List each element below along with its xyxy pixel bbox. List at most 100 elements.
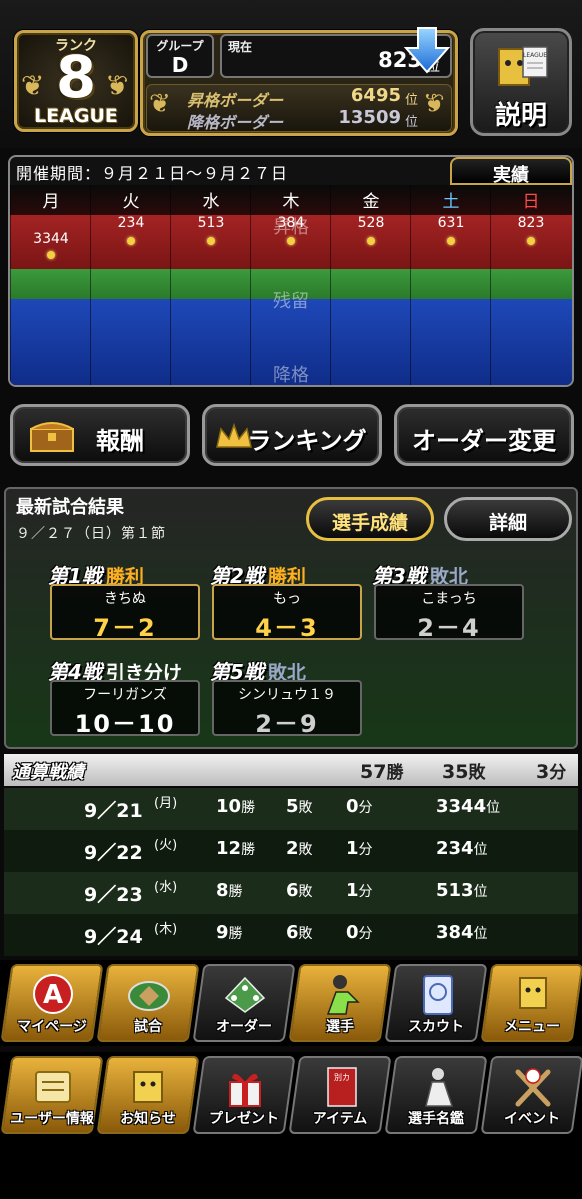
field-order-icon <box>224 976 266 1013</box>
nav-gift[interactable]: プレゼント <box>192 1056 296 1134</box>
promote-border-label: 昇格ボーダー <box>187 91 284 110</box>
row-day-of-week: (火) <box>154 838 178 853</box>
row-losses-value: 6 <box>286 880 299 901</box>
day-column-2: 水 513 <box>170 185 250 385</box>
game-card-4[interactable]: フーリガンズ 10－10 <box>50 680 200 738</box>
nav-field-order[interactable]: オーダー <box>192 964 296 1042</box>
row-draws-value: 1 <box>346 880 359 901</box>
row-rank-unit: 位 <box>473 926 488 942</box>
row-draws-unit: 分 <box>358 800 373 816</box>
help-button[interactable]: LEAGUE 説明 <box>470 28 572 136</box>
row-wins-unit: 勝 <box>241 800 256 816</box>
detail-button[interactable]: 詳細 <box>444 497 572 541</box>
gift-icon <box>229 1073 261 1107</box>
row-wins: 10勝 <box>216 796 255 817</box>
totals-row: 9／24 (木) 9勝 6敗 0分 384位 <box>4 914 578 956</box>
order-change-button[interactable]: オーダー変更 <box>394 404 574 466</box>
totals-row: 9／23 (水) 8勝 6敗 1分 513位 <box>4 872 578 914</box>
row-draws: 1分 <box>346 880 373 901</box>
nav-item-inner: メニュー <box>488 966 576 1040</box>
nav-pitcher[interactable]: 選手 <box>288 964 392 1042</box>
group-value: D <box>171 53 189 77</box>
row-wins-value: 9 <box>216 922 229 943</box>
nav-stadium[interactable]: 試合 <box>96 964 200 1042</box>
nav-item-book[interactable]: 別カ アイテム <box>288 1056 392 1134</box>
ranking-button[interactable]: ランキング <box>202 404 382 466</box>
row-day-of-week: (木) <box>154 922 178 937</box>
nav-item-inner: 選手 <box>296 966 384 1040</box>
nav-a-letter[interactable]: A マイページ <box>0 964 104 1042</box>
nav-notice[interactable]: お知らせ <box>96 1056 200 1134</box>
game-card-3[interactable]: こまっち 2－4 <box>374 584 524 642</box>
row-losses: 2敗 <box>286 838 313 859</box>
row-draws-value: 1 <box>346 838 359 859</box>
game-card-2[interactable]: もっ 4－3 <box>212 584 362 642</box>
totals-title: 通算戦績 <box>12 762 84 783</box>
day-rank-value: 513 <box>197 215 225 231</box>
row-rank-unit: 位 <box>486 800 501 816</box>
nav-scout-card[interactable]: スカウト <box>384 964 488 1042</box>
game-score: 10－10 <box>74 710 176 738</box>
total-wins-unit: 勝 <box>386 763 404 783</box>
nav-mascot[interactable]: メニュー <box>480 964 582 1042</box>
totals-row: 9／22 (火) 12勝 2敗 1分 234位 <box>4 830 578 872</box>
day-name: 水 <box>202 192 220 212</box>
nav-event-bats[interactable]: イベント <box>480 1056 582 1134</box>
row-date: 9／22 <box>84 842 143 864</box>
pitcher-icon <box>326 975 360 1015</box>
row-losses-unit: 敗 <box>298 800 313 816</box>
total-wins: 57勝 <box>360 758 403 783</box>
row-losses-value: 2 <box>286 838 299 859</box>
reward-button[interactable]: 報酬 <box>10 404 190 466</box>
player-stats-button[interactable]: 選手成績 <box>306 497 434 541</box>
results-tab-label: 実績 <box>493 165 529 186</box>
game-card-1[interactable]: きちぬ 7－2 <box>50 584 200 642</box>
nav-label: 試合 <box>134 1019 162 1035</box>
scout-card-icon <box>423 975 454 1015</box>
total-losses: 35敗 <box>442 758 485 783</box>
total-losses-value: 35 <box>442 761 469 783</box>
day-rank-value: 234 <box>117 215 145 231</box>
latest-results-title: 最新試合結果 <box>16 497 124 518</box>
day-name: 月 <box>42 192 60 212</box>
border-laurel-right-icon: ❦ <box>423 89 445 119</box>
row-wins-value: 12 <box>216 838 242 859</box>
help-button-label: 説明 <box>494 101 547 131</box>
item-badge-text: 別カ <box>334 1073 350 1082</box>
row-draws-unit: 分 <box>358 926 373 942</box>
row-wins-value: 8 <box>216 880 229 901</box>
row-draws-unit: 分 <box>358 842 373 858</box>
day-rank-value: 631 <box>437 215 465 231</box>
reward-button-label: 報酬 <box>96 427 144 455</box>
row-wins-value: 10 <box>216 796 242 817</box>
day-column-5: 土 631 <box>410 185 490 385</box>
row-date: 9／24 <box>84 926 143 948</box>
row-draws: 0分 <box>346 922 373 943</box>
nav-player-directory[interactable]: 選手名鑑 <box>384 1056 488 1134</box>
row-rank-unit: 位 <box>473 842 488 858</box>
row-losses: 6敗 <box>286 922 313 943</box>
results-tab[interactable]: 実績 <box>450 157 572 186</box>
row-draws: 0分 <box>346 796 373 817</box>
mascot-book-icon: LEAGUE <box>498 46 548 86</box>
group-box: グループ D <box>146 34 214 78</box>
rank-badge: ランク ❦ 8 ❦ LEAGUE <box>14 30 138 132</box>
rank-dot-icon <box>527 237 535 245</box>
row-rank-value: 234 <box>436 838 474 859</box>
day-column-4: 金 528 <box>330 185 410 385</box>
nav-user-info[interactable]: ユーザー情報 <box>0 1056 104 1134</box>
total-draws-unit: 分 <box>549 763 567 783</box>
day-column-6: 日 823 <box>490 185 570 385</box>
row-wins-unit: 勝 <box>241 842 256 858</box>
order-change-button-label: オーダー変更 <box>412 427 556 455</box>
help-icon-text: LEAGUE <box>523 52 547 59</box>
game-card-5[interactable]: シンリュウ１９ 2－9 <box>212 680 362 738</box>
game-score: 7－2 <box>93 614 157 642</box>
row-draws-value: 0 <box>346 796 359 817</box>
border-laurel-left-icon: ❦ <box>149 89 171 119</box>
game-score: 4－3 <box>255 614 319 642</box>
day-rank-value: 384 <box>277 215 305 231</box>
row-draws: 1分 <box>346 838 373 859</box>
row-rank: 3344位 <box>436 796 500 817</box>
row-rank: 384位 <box>436 922 488 943</box>
